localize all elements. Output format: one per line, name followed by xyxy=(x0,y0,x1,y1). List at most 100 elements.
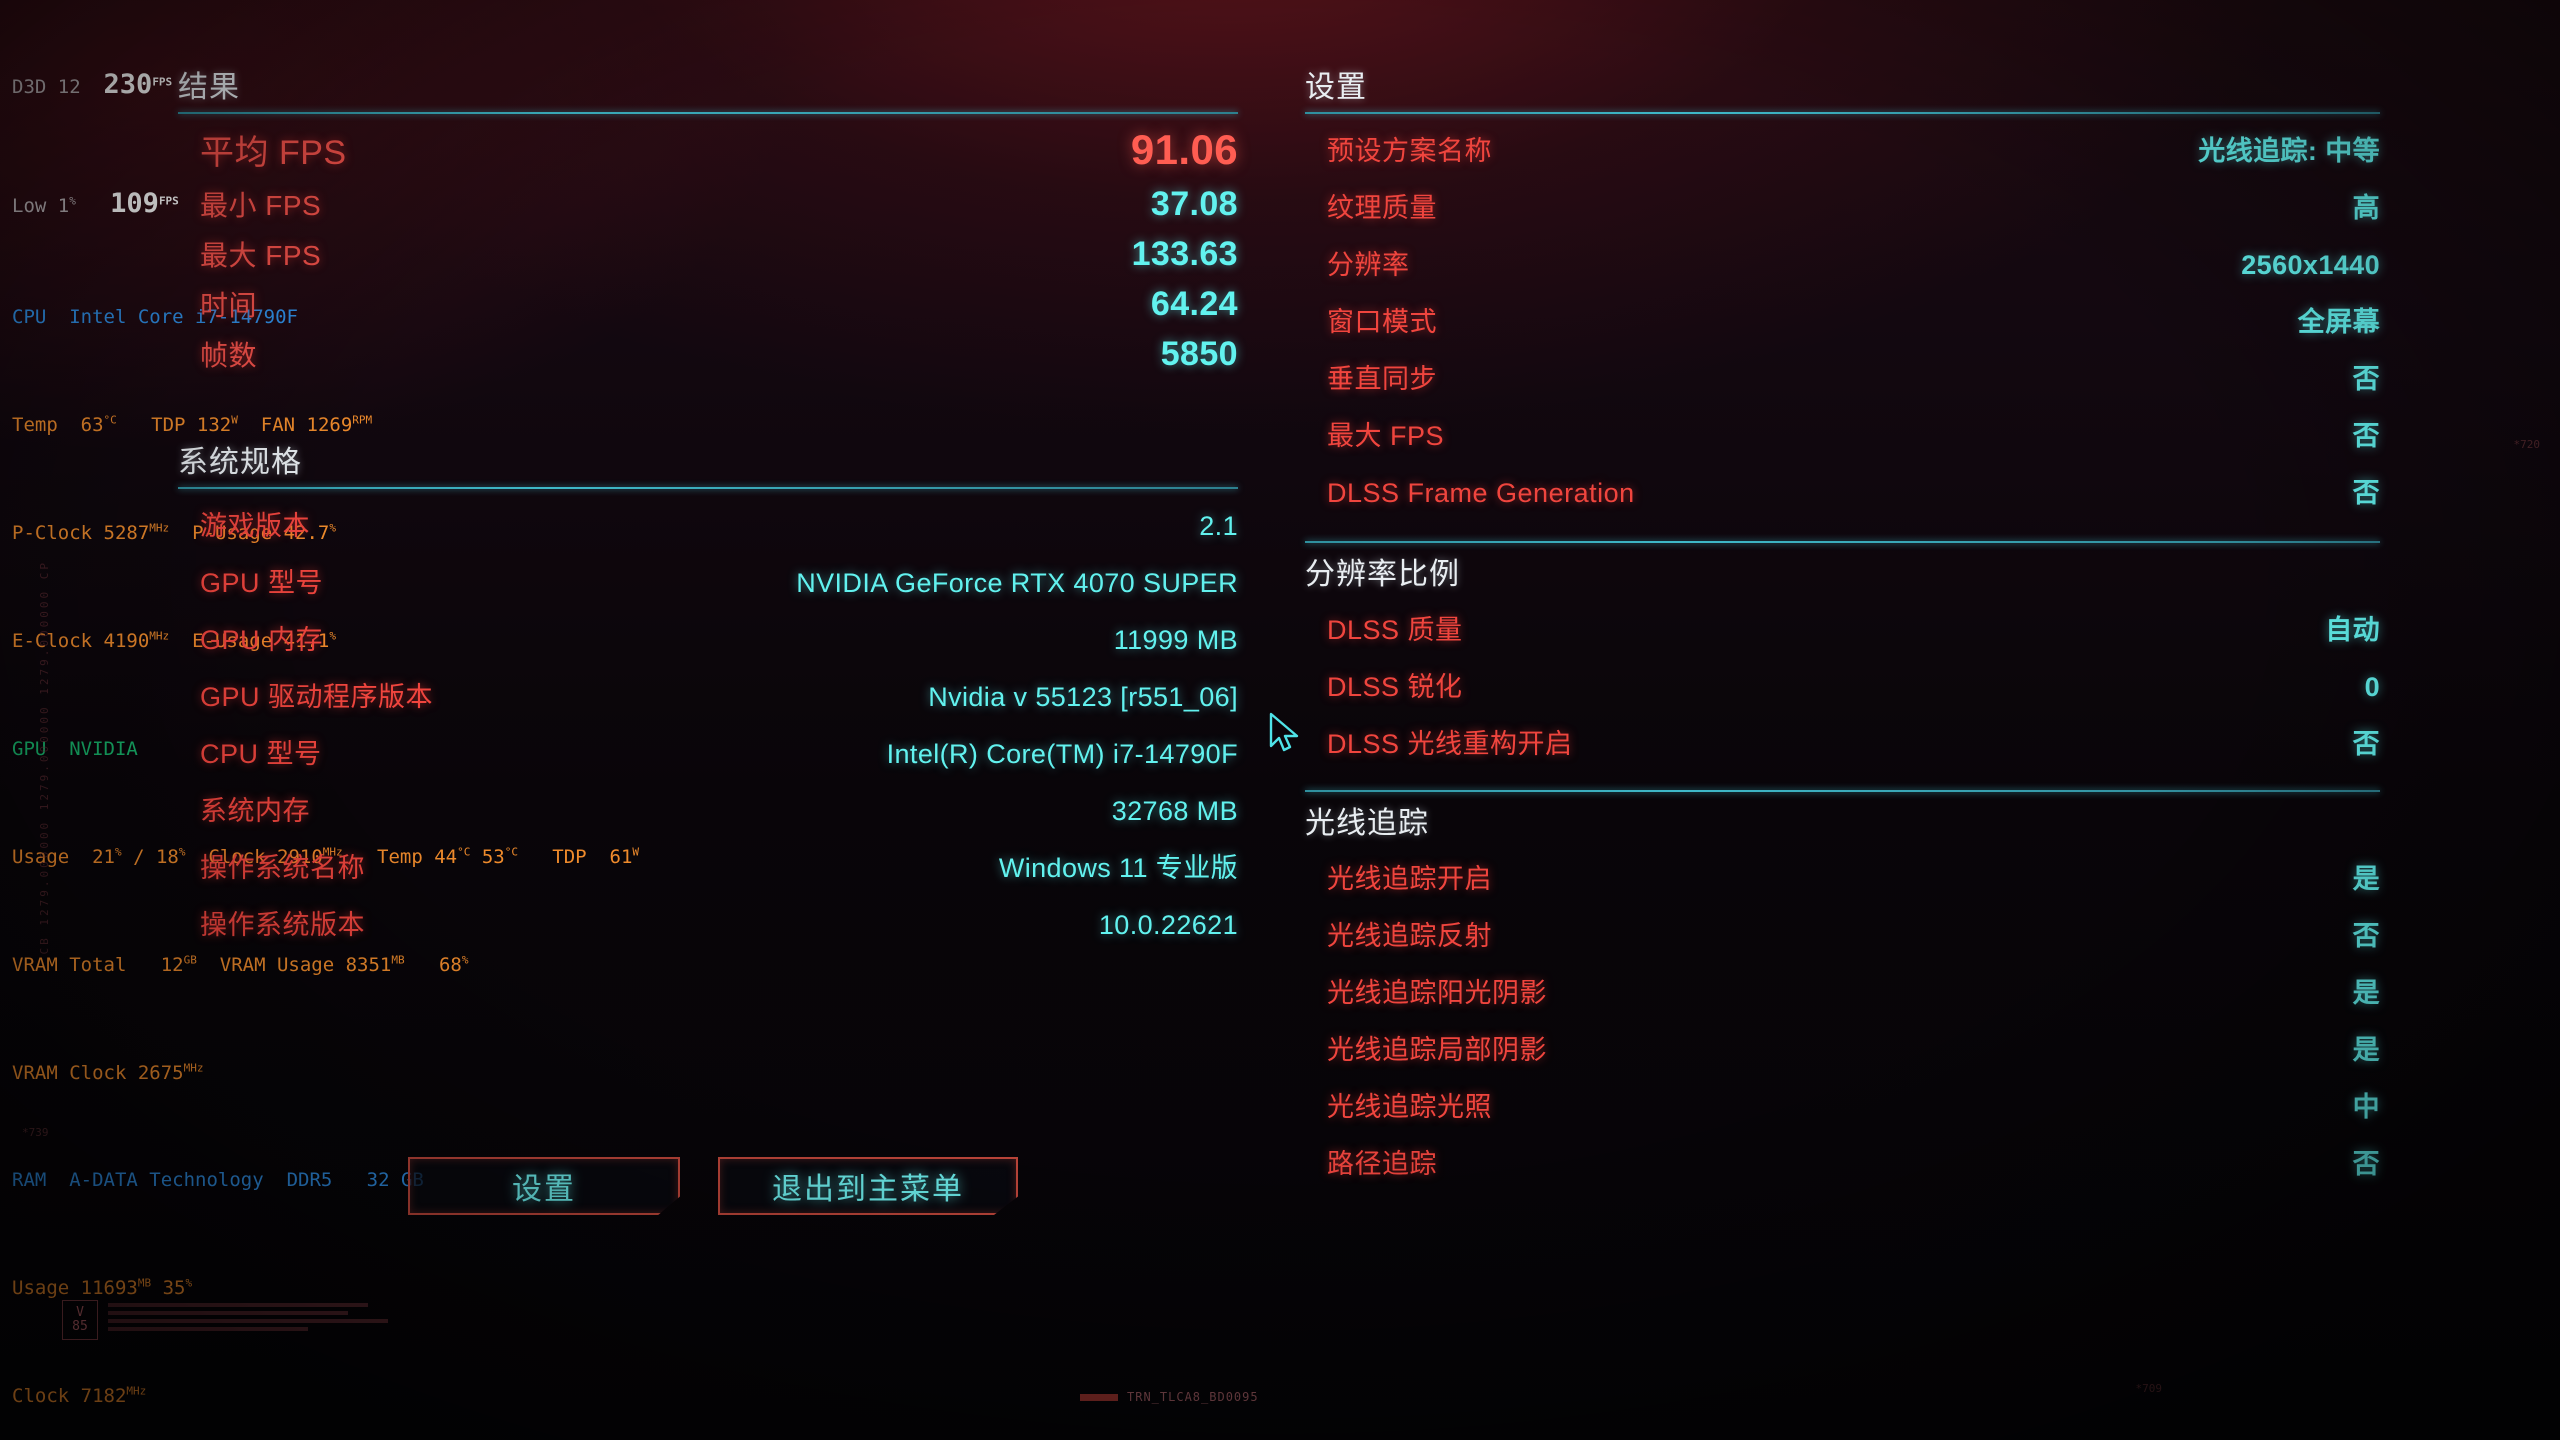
setting-value: 自动 xyxy=(2325,615,2380,645)
setting-value: 否 xyxy=(2352,421,2380,451)
osd-ram-vendor: A-DATA Technology xyxy=(69,1169,264,1192)
settings-divider xyxy=(1305,112,2380,114)
setting-value: NVIDIA GeForce RTX 4070 SUPER xyxy=(796,568,1238,598)
osd-vram-usage-unit: MB xyxy=(391,953,405,967)
corner-logo-badge-top: V xyxy=(76,1305,84,1321)
setting-row[interactable]: 游戏版本 2.1 xyxy=(178,495,1238,552)
setting-label: DLSS 光线重构开启 xyxy=(1327,729,1573,759)
setting-value: 光线追踪: 中等 xyxy=(2198,136,2380,166)
osd-vram-clock-label: VRAM Clock xyxy=(12,1061,127,1084)
osd-ram-usage-unit: MB xyxy=(137,1276,152,1290)
osd-vram-total-unit: GB xyxy=(183,953,197,967)
setting-label: 窗口模式 xyxy=(1327,307,1437,337)
osd-vram-total: 12 xyxy=(160,953,184,976)
setting-row[interactable]: 光线追踪光照 中 xyxy=(1305,1076,2380,1133)
setting-label: 平均 FPS xyxy=(200,134,347,172)
watermark-right-small: *720 xyxy=(2513,438,2541,451)
setting-label: DLSS Frame Generation xyxy=(1327,478,1635,508)
setting-row[interactable]: DLSS 锐化 0 xyxy=(1305,656,2380,713)
setting-row[interactable]: 最大 FPS 否 xyxy=(1305,405,2380,462)
resolution-scaling-heading: 分辨率比例 xyxy=(1305,558,1460,591)
osd-eclock-unit: MHz xyxy=(149,629,170,643)
setting-value: 否 xyxy=(2352,729,2380,759)
ray-tracing-heading: 光线追踪 xyxy=(1305,807,1429,840)
setting-row[interactable]: 最小 FPS 37.08 xyxy=(178,179,1238,229)
setting-row[interactable]: DLSS 光线重构开启 否 xyxy=(1305,713,2380,770)
setting-row[interactable]: 预设方案名称 光线追踪: 中等 xyxy=(1305,120,2380,177)
setting-row[interactable]: 光线追踪局部阴影 是 xyxy=(1305,1019,2380,1076)
setting-label: 垂直同步 xyxy=(1327,364,1437,394)
setting-value: 全屏幕 xyxy=(2297,307,2380,337)
osd-vram-usage-pct-unit: % xyxy=(461,953,469,967)
setting-value: 否 xyxy=(2352,478,2380,508)
setting-row[interactable]: GPU 内存 11999 MB xyxy=(178,609,1238,666)
setting-label: 游戏版本 xyxy=(200,511,310,541)
setting-row[interactable]: DLSS 质量 自动 xyxy=(1305,599,2380,656)
setting-label: 操作系统名称 xyxy=(200,853,365,883)
specs-heading: 系统规格 xyxy=(178,446,302,479)
setting-row[interactable]: 路径追踪 否 xyxy=(1305,1133,2380,1190)
setting-value: 是 xyxy=(2352,864,2380,894)
setting-row[interactable]: 光线追踪反射 否 xyxy=(1305,905,2380,962)
setting-value: 是 xyxy=(2352,1035,2380,1065)
setting-row[interactable]: 帧数 5850 xyxy=(178,329,1238,379)
setting-row[interactable]: 最大 FPS 133.63 xyxy=(178,229,1238,279)
setting-row[interactable]: GPU 型号 NVIDIA GeForce RTX 4070 SUPER xyxy=(178,552,1238,609)
setting-row[interactable]: 光线追踪开启 是 xyxy=(1305,848,2380,905)
ray-tracing-top-divider xyxy=(1305,790,2380,792)
setting-row[interactable]: DLSS Frame Generation 否 xyxy=(1305,462,2380,519)
setting-value: 91.06 xyxy=(1130,126,1238,173)
setting-label: 最大 FPS xyxy=(200,240,322,271)
osd-cpu-temp: 63 xyxy=(80,414,104,437)
setting-label: GPU 内存 xyxy=(200,625,324,655)
setting-label: 帧数 xyxy=(200,340,258,371)
setting-label: 光线追踪开启 xyxy=(1327,864,1492,894)
setting-label: 操作系统版本 xyxy=(200,910,365,940)
setting-value: Nvidia v 55123 [r551_06] xyxy=(928,682,1238,712)
setting-row[interactable]: CPU 型号 Intel(R) Core(TM) i7-14790F xyxy=(178,723,1238,780)
setting-label: 光线追踪局部阴影 xyxy=(1327,1035,1547,1065)
osd-vram-usage: 8351 xyxy=(345,953,392,976)
corner-logo-lines xyxy=(108,1300,388,1331)
setting-value: 32768 MB xyxy=(1111,796,1238,826)
setting-label: 光线追踪阳光阴影 xyxy=(1327,978,1547,1008)
setting-row[interactable]: 纹理质量 高 xyxy=(1305,177,2380,234)
specs-list: 游戏版本 2.1 GPU 型号 NVIDIA GeForce RTX 4070 SUP… xyxy=(178,495,1238,951)
exit-to-main-menu-button[interactable]: 退出到主菜单 xyxy=(718,1157,1018,1215)
settings-list: 预设方案名称 光线追踪: 中等 纹理质量 高分辨率 2560x1440 窗口模式 全屏幕垂直… xyxy=(1305,120,2380,519)
osd-vram-clock-unit: MHz xyxy=(183,1061,204,1075)
osd-pclock-unit: MHz xyxy=(149,521,170,535)
osd-ram-usage: 11693 xyxy=(80,1277,138,1300)
osd-eclock: 4190 xyxy=(103,630,150,653)
osd-low1-label: Low 1 xyxy=(12,195,70,218)
corner-logo-badge-bottom: 85 xyxy=(72,1319,88,1334)
osd-fps-value: 230 xyxy=(103,68,153,100)
settings-panel: 设置 预设方案名称 光线追踪: 中等 纹理质量 高分辨率 2560x1440 窗口模式 全屏… xyxy=(1305,62,2380,1190)
setting-row[interactable]: 分辨率 2560x1440 xyxy=(1305,234,2380,291)
setting-label: 路径追踪 xyxy=(1327,1149,1437,1179)
setting-row[interactable]: 垂直同步 否 xyxy=(1305,348,2380,405)
setting-row[interactable]: 窗口模式 全屏幕 xyxy=(1305,291,2380,348)
setting-row[interactable]: GPU 驱动程序版本 Nvidia v 55123 [r551_06] xyxy=(178,666,1238,723)
setting-value: 37.08 xyxy=(1150,185,1238,223)
resolution-scaling-panel: 分辨率比例 DLSS 质量 自动 DLSS 锐化 0 DLSS 光线重构开启 否 xyxy=(1305,541,2380,770)
setting-row[interactable]: 系统内存 32768 MB xyxy=(178,780,1238,837)
settings-button[interactable]: 设置 xyxy=(408,1157,680,1215)
osd-line-vram-clock: VRAM Clock 2675MHz xyxy=(12,1060,712,1087)
setting-row[interactable]: 操作系统版本 10.0.22621 xyxy=(178,894,1238,951)
watermark-bar xyxy=(1080,1393,1118,1401)
setting-row[interactable]: 时间 64.24 xyxy=(178,279,1238,329)
specs-divider xyxy=(178,487,1238,489)
setting-row[interactable]: 平均 FPS 91.06 xyxy=(178,120,1238,179)
setting-label: 光线追踪反射 xyxy=(1327,921,1492,951)
setting-label: CPU 型号 xyxy=(200,739,322,769)
osd-ram-usage-pct: 35 xyxy=(162,1277,186,1300)
setting-row[interactable]: 操作系统名称 Windows 11 专业版 xyxy=(178,837,1238,894)
osd-ram-type: DDR5 xyxy=(286,1169,333,1192)
setting-row[interactable]: 光线追踪阳光阴影 是 xyxy=(1305,962,2380,1019)
setting-value: 0 xyxy=(2364,672,2380,702)
corner-logo-block: V 85 xyxy=(62,1300,388,1340)
osd-ram-clock-label: Clock xyxy=(12,1385,70,1408)
setting-value: 高 xyxy=(2352,193,2380,223)
watermark-code-block: TRN_TLCA8_BD0095 xyxy=(1080,1390,1259,1404)
